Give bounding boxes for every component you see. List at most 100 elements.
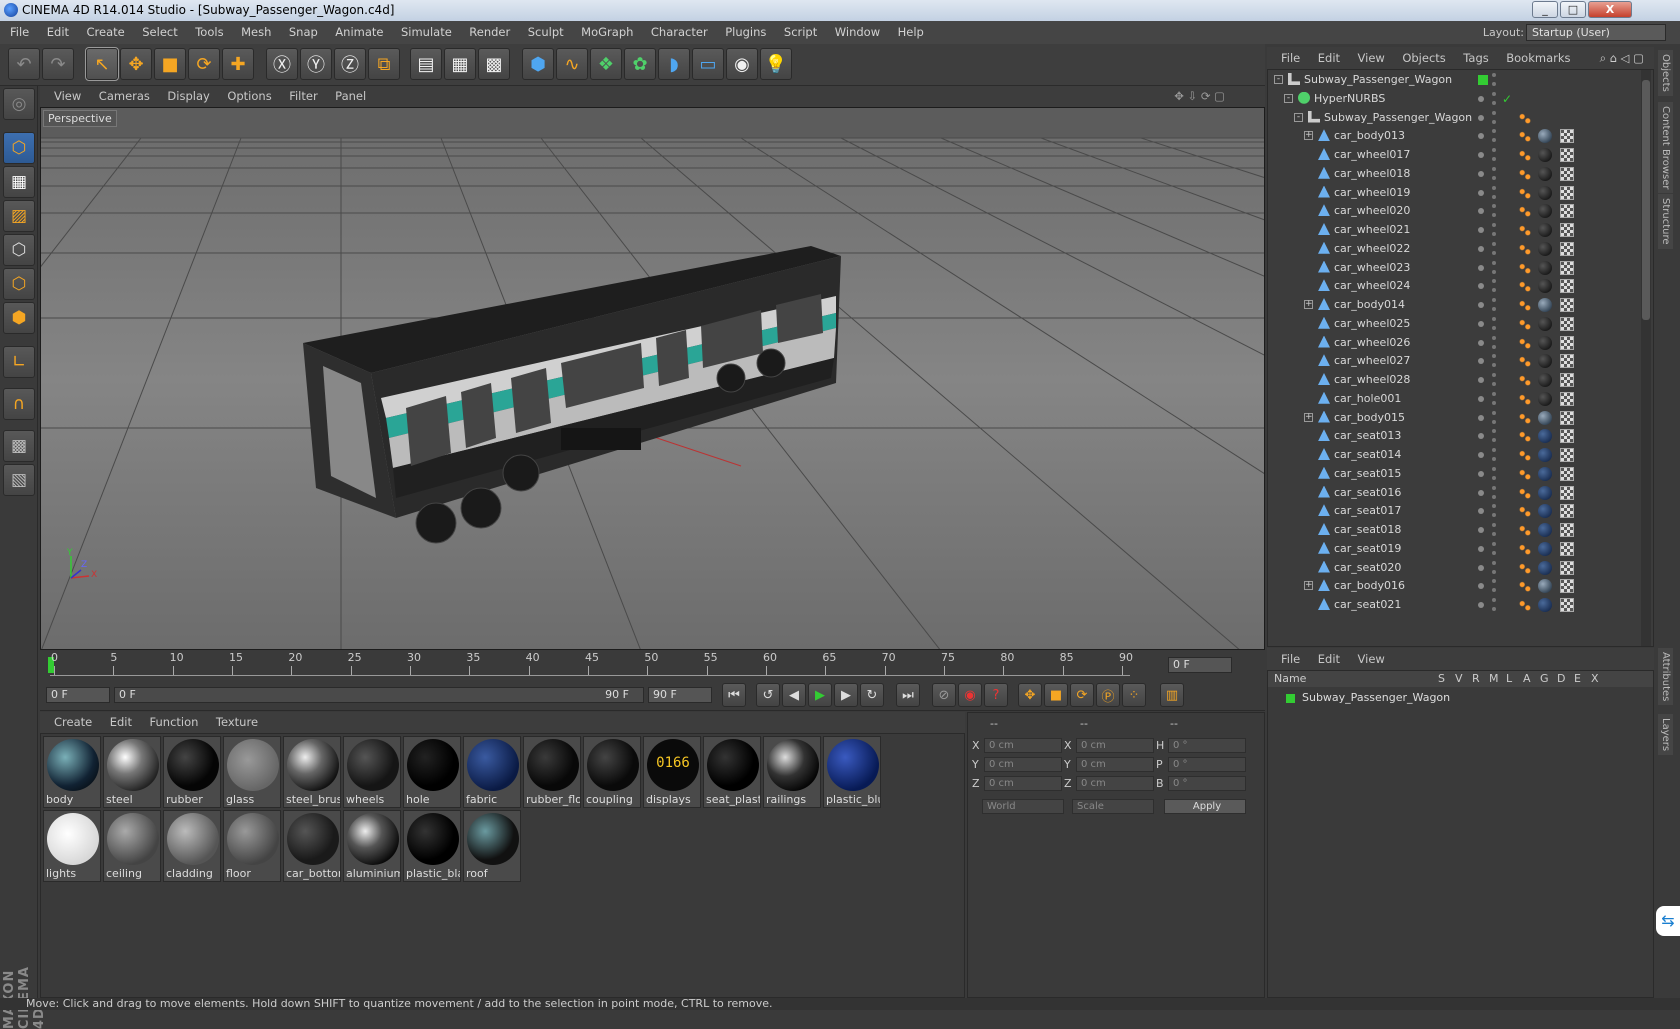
recent-tool-icon[interactable]: ✚ xyxy=(222,48,254,80)
editor-visibility-icon[interactable] xyxy=(1492,185,1496,190)
undo-icon[interactable]: ↶ xyxy=(8,48,40,80)
menu-select[interactable]: Select xyxy=(142,25,177,39)
go-to-start-icon[interactable]: ⏮ xyxy=(722,683,746,707)
rotate-tool-icon[interactable]: ⟳ xyxy=(188,48,220,80)
menu-plugins[interactable]: Plugins xyxy=(725,25,766,39)
material-displays[interactable]: 0166 displays xyxy=(643,736,701,808)
material-plastic-blue[interactable]: plastic_blue xyxy=(823,736,881,808)
editor-visibility-icon[interactable] xyxy=(1492,448,1496,452)
material-tag-icon[interactable] xyxy=(1538,204,1552,219)
magnet-snap-icon[interactable]: ∩ xyxy=(3,388,35,420)
key-point-level-icon[interactable]: ⁘ xyxy=(1122,683,1146,707)
viewport-menu-panel[interactable]: Panel xyxy=(335,89,366,103)
menu-animate[interactable]: Animate xyxy=(335,25,383,39)
editor-visibility-icon[interactable] xyxy=(1492,73,1496,77)
end-frame-field[interactable]: 90 F xyxy=(648,687,712,703)
objects-menu-objects[interactable]: Objects xyxy=(1402,51,1445,65)
z-axis-lock-icon[interactable]: Ⓩ xyxy=(334,48,366,80)
layer-column-e[interactable]: E xyxy=(1574,672,1581,685)
material-tag-icon[interactable] xyxy=(1538,354,1552,369)
expand-toggle-icon[interactable]: + xyxy=(1304,300,1313,309)
material-tag-icon[interactable] xyxy=(1538,166,1552,181)
layer-dot-icon[interactable] xyxy=(1478,302,1484,308)
material-steel[interactable]: steel xyxy=(103,736,161,808)
render-visibility-icon[interactable] xyxy=(1492,119,1496,124)
live-selection-icon[interactable]: ↖ xyxy=(85,47,119,81)
render-visibility-icon[interactable] xyxy=(1492,269,1496,274)
viewport-menu-display[interactable]: Display xyxy=(167,89,209,103)
key-position-icon[interactable]: ✥ xyxy=(1018,683,1042,707)
expand-toggle-icon[interactable]: - xyxy=(1284,93,1293,103)
texture-mode-icon[interactable]: ▦ xyxy=(3,166,35,198)
render-visibility-icon[interactable] xyxy=(1492,232,1496,236)
phong-tag-icon[interactable] xyxy=(1518,204,1532,219)
menu-snap[interactable]: Snap xyxy=(289,25,318,39)
objects-menu-tags[interactable]: Tags xyxy=(1463,51,1488,65)
material-tag-icon[interactable] xyxy=(1538,185,1552,200)
viewport-menu-view[interactable]: View xyxy=(54,89,81,103)
material-hole[interactable]: hole xyxy=(403,736,461,808)
material-ceiling[interactable]: ceiling xyxy=(103,810,161,882)
material-body[interactable]: body xyxy=(43,736,101,808)
uvw-tag-icon[interactable] xyxy=(1560,354,1574,369)
layer-dot-icon[interactable] xyxy=(1478,583,1484,590)
y-axis-lock-icon[interactable]: Ⓨ xyxy=(300,48,332,80)
uvw-tag-icon[interactable] xyxy=(1560,148,1574,162)
render-view-icon[interactable]: ▤ xyxy=(410,48,442,80)
layer-dot-icon[interactable] xyxy=(1478,189,1484,196)
nurbs-icon[interactable]: ❖ xyxy=(590,48,622,80)
workplane-mode-icon[interactable]: ▨ xyxy=(3,200,35,232)
render-visibility-icon[interactable] xyxy=(1492,363,1496,368)
menu-window[interactable]: Window xyxy=(835,25,880,39)
phong-tag-icon[interactable] xyxy=(1518,166,1532,181)
render-visibility-icon[interactable] xyxy=(1492,213,1496,218)
object-row-car-seat013[interactable]: car_seat013 xyxy=(1268,426,1638,446)
viewport-menu-cameras[interactable]: Cameras xyxy=(99,89,150,103)
cube-icon[interactable]: ⬢ xyxy=(522,48,554,80)
tab-objects[interactable]: Objects xyxy=(1658,50,1673,96)
deformer-icon[interactable]: ◗ xyxy=(658,48,690,80)
material-tag-icon[interactable] xyxy=(1538,298,1552,312)
phong-tag-icon[interactable] xyxy=(1518,279,1532,294)
render-visibility-icon[interactable] xyxy=(1492,457,1496,461)
material-tag-icon[interactable] xyxy=(1538,504,1552,519)
keyframe-selection-icon[interactable]: ? xyxy=(984,683,1008,707)
menu-simulate[interactable]: Simulate xyxy=(401,25,452,39)
points-mode-icon[interactable]: ⬡ xyxy=(3,234,35,266)
expand-toggle-icon[interactable]: + xyxy=(1304,131,1313,141)
phong-tag-icon[interactable] xyxy=(1518,410,1532,425)
key-parameter-icon[interactable]: Ⓟ xyxy=(1096,683,1120,707)
object-row-hypernurbs[interactable]: - HyperNURBS ✓ xyxy=(1268,89,1638,109)
material-plastic-black[interactable]: plastic_black xyxy=(403,810,461,882)
close-button[interactable]: X xyxy=(1588,1,1632,18)
layer-dot-icon[interactable] xyxy=(1478,452,1484,458)
object-row-car-body014[interactable]: + car_body014 xyxy=(1268,295,1638,315)
uvw-tag-icon[interactable] xyxy=(1560,485,1574,500)
object-row-car-wheel025[interactable]: car_wheel025 xyxy=(1268,314,1638,334)
layer-color-swatch[interactable] xyxy=(1286,694,1295,703)
render-visibility-icon[interactable] xyxy=(1492,382,1496,386)
phong-tag-icon[interactable] xyxy=(1518,485,1532,500)
menu-help[interactable]: Help xyxy=(898,25,924,39)
render-visibility-icon[interactable] xyxy=(1492,194,1496,199)
uvw-tag-icon[interactable] xyxy=(1560,466,1574,481)
render-picture-viewer-icon[interactable]: ▦ xyxy=(444,48,476,80)
layer-dot-icon[interactable] xyxy=(1478,527,1484,533)
viewport-camera-label[interactable]: Perspective xyxy=(43,110,117,127)
phong-tag-icon[interactable] xyxy=(1518,560,1532,575)
uvw-tag-icon[interactable] xyxy=(1560,316,1574,331)
layer-column-l[interactable]: L xyxy=(1506,672,1512,685)
layer-dot-icon[interactable] xyxy=(1478,170,1484,177)
object-row-car-seat020[interactable]: car_seat020 xyxy=(1268,558,1638,578)
size-y-field[interactable]: 0 cm xyxy=(1076,757,1154,772)
object-row-car-wheel023[interactable]: car_wheel023 xyxy=(1268,258,1638,278)
editor-visibility-icon[interactable] xyxy=(1492,523,1496,527)
uvw-tag-icon[interactable] xyxy=(1560,373,1574,387)
render-visibility-icon[interactable] xyxy=(1492,344,1496,349)
layer-column-m[interactable]: M xyxy=(1489,672,1499,685)
minimize-button[interactable]: _ xyxy=(1532,1,1558,18)
render-visibility-icon[interactable] xyxy=(1492,550,1496,555)
object-row-car-wheel021[interactable]: car_wheel021 xyxy=(1268,220,1638,240)
frame-range-slider[interactable]: 0 F 90 F xyxy=(114,687,644,703)
object-row-car-wheel026[interactable]: car_wheel026 xyxy=(1268,333,1638,353)
